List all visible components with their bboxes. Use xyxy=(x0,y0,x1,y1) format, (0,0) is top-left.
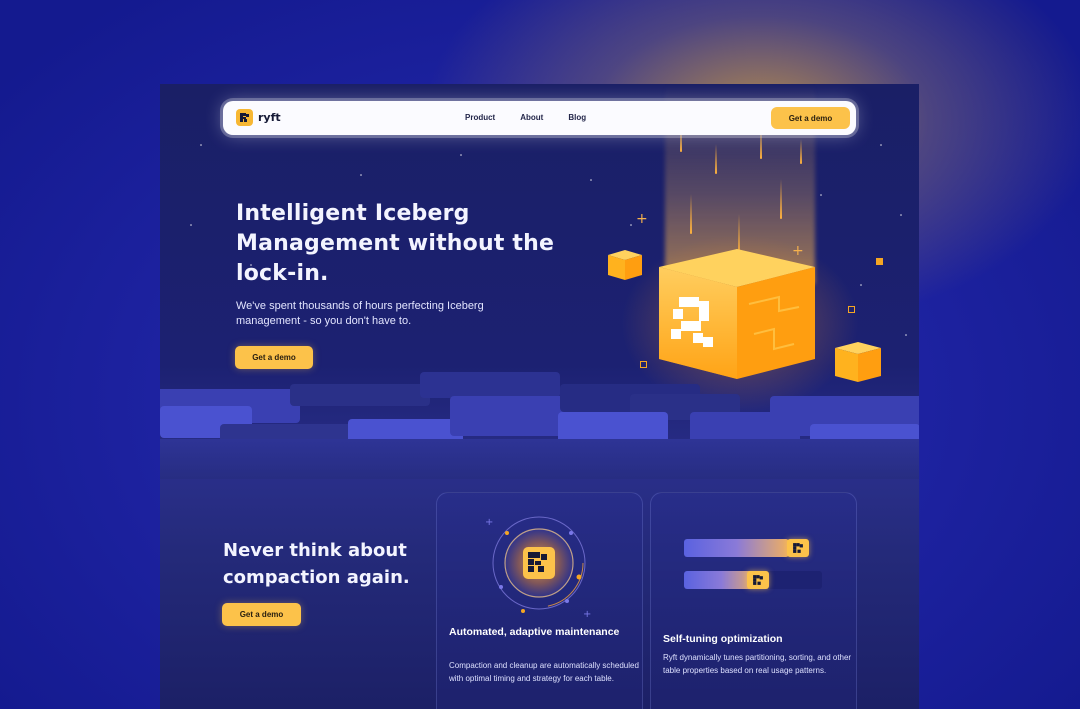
light-streak xyxy=(715,144,717,174)
slider-handle xyxy=(747,571,769,589)
top-navbar: ryft Product About Blog Get a demo xyxy=(223,101,856,135)
nav-link-blog[interactable]: Blog xyxy=(568,113,586,122)
small-cube-icon xyxy=(835,342,881,382)
square-dot-icon xyxy=(640,361,647,368)
svg-text:+: + xyxy=(485,517,493,528)
square-dot-icon xyxy=(876,258,883,265)
svg-text:+: + xyxy=(583,609,591,619)
hero-title: Intelligent Iceberg Management without t… xyxy=(236,201,555,286)
ryft-logo-icon xyxy=(236,109,253,126)
section-title: Never think about compaction again. xyxy=(223,540,410,588)
landing-page-frame: + + ryft Product About Blog Get a demo I… xyxy=(160,84,919,709)
hero-subtitle: We've spent thousands of hours perfectin… xyxy=(236,300,484,327)
nav-get-demo-button[interactable]: Get a demo xyxy=(771,107,850,129)
ryft-logo-cube-icon xyxy=(659,249,815,379)
plus-sparkle-icon: + xyxy=(792,243,804,259)
nav-links: Product About Blog xyxy=(465,113,611,122)
small-cube-icon xyxy=(608,250,642,280)
ryft-orbit-icon: + + xyxy=(485,516,591,619)
feature-card-maintenance: + + Automated, adaptive maintenance Comp… xyxy=(436,492,643,709)
card-title: Self-tuning optimization xyxy=(663,633,783,645)
light-streak xyxy=(690,194,692,234)
nav-link-product[interactable]: Product xyxy=(465,113,495,122)
plus-sparkle-icon: + xyxy=(636,211,648,227)
card-title: Automated, adaptive maintenance xyxy=(449,626,620,638)
light-streak xyxy=(780,179,782,219)
light-streak xyxy=(800,139,802,164)
brand-name: ryft xyxy=(258,111,281,124)
slider-fill xyxy=(684,539,789,557)
brand-logo[interactable]: ryft xyxy=(236,109,281,126)
feature-card-optimization: Self-tuning optimization Ryft dynamicall… xyxy=(650,492,857,709)
slider-handle xyxy=(787,539,809,557)
hero-get-demo-button[interactable]: Get a demo xyxy=(235,346,313,369)
square-dot-icon xyxy=(848,306,855,313)
card-description: Ryft dynamically tunes partitioning, sor… xyxy=(663,653,852,676)
nav-link-about[interactable]: About xyxy=(520,113,543,122)
card-description: Compaction and cleanup are automatically… xyxy=(449,661,639,684)
section-get-demo-button[interactable]: Get a demo xyxy=(222,603,301,626)
